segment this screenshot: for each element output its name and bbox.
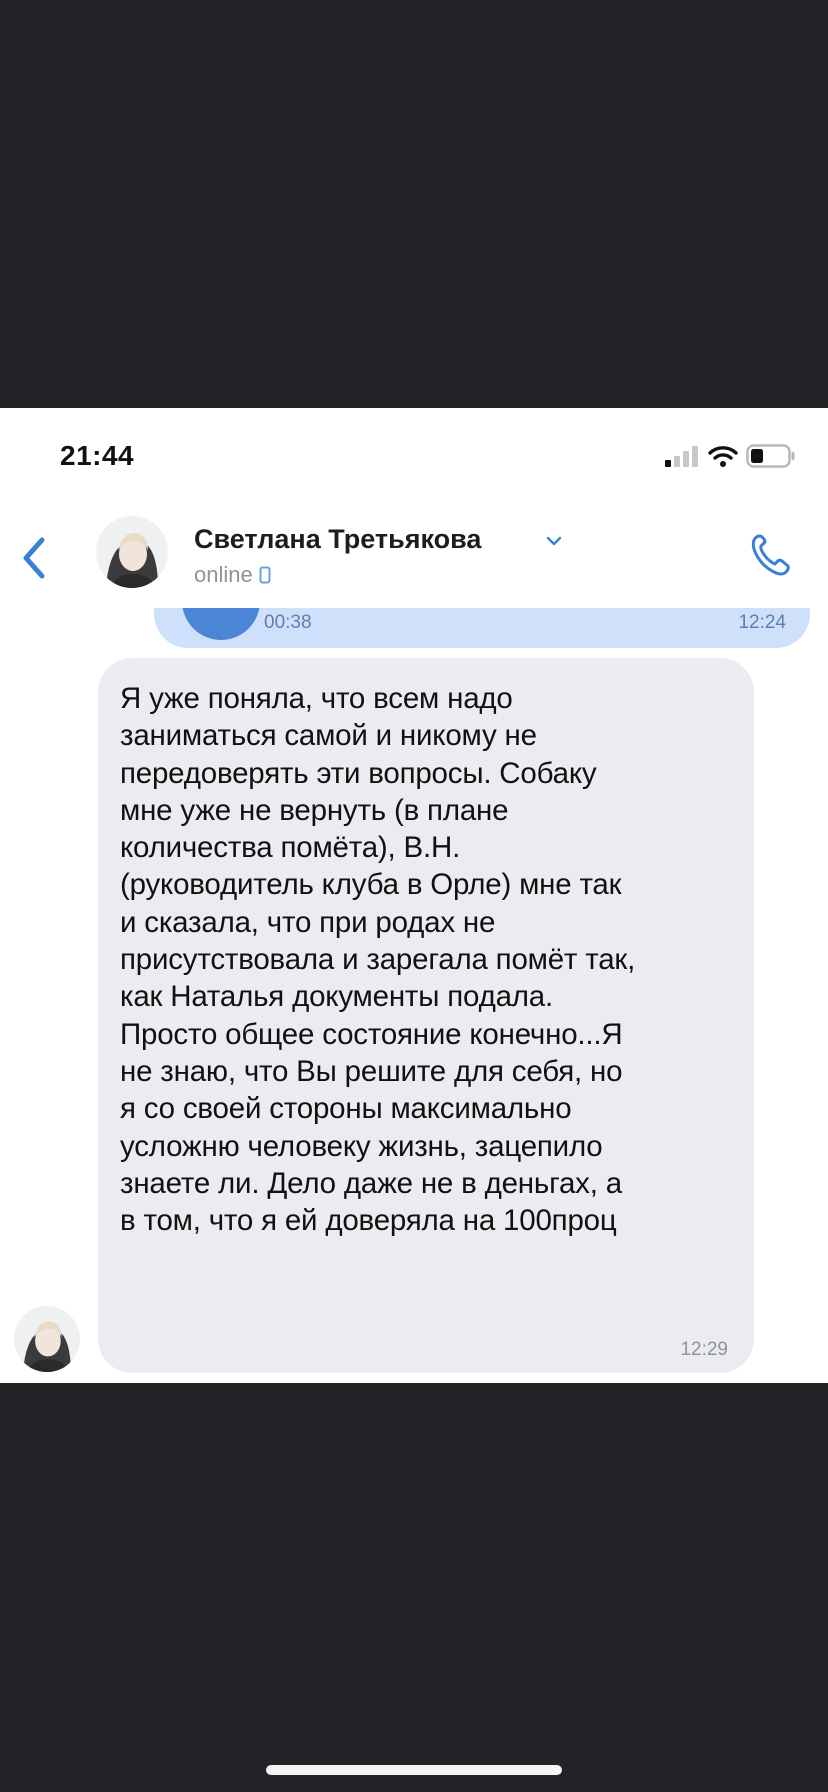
online-status: online [194,562,271,588]
avatar-photo [14,1306,80,1372]
voice-message-time: 12:24 [738,612,786,633]
message-line: присутствовала и зарегала помёт так, [120,943,636,977]
avatar-photo [96,516,168,588]
message-line: усложню человеку жизнь, зацепило [120,1129,603,1163]
message-line: передоверять эти вопросы. Собаку [120,756,597,790]
message-time: 12:29 [680,1339,728,1360]
message-line: Просто общее состояние конечно...Я [120,1017,623,1051]
message-line: заниматься самой и никому не [120,719,537,753]
status-time: 21:44 [60,440,135,471]
message-line: Я уже поняла, что всем надо [120,682,513,715]
message-line: мне уже не вернуть (в плане [120,793,509,827]
message-line: я со своей стороны максимально [120,1092,572,1126]
chat-screen: 21:44 Светлана Третьякова online 00:38 1… [0,408,828,1383]
home-indicator[interactable] [266,1765,562,1775]
phone-icon[interactable] [746,528,796,578]
message-line: (руководитель клуба в Орле) мне так [120,868,622,902]
contact-name[interactable]: Светлана Третьякова [194,524,481,555]
wifi-icon [708,446,738,467]
screenshot-frame: 21:44 Светлана Третьякова online 00:38 1… [0,0,828,1792]
voice-play-button[interactable] [182,608,260,640]
voice-duration: 00:38 [264,612,312,633]
message-line: знаете ли. Дело даже не в деньгах, а [120,1166,622,1200]
message-line: и сказала, что при родах не [120,905,496,939]
status-bar: 21:44 [0,408,828,504]
online-status-text: online [194,562,253,587]
message-line: как Наталья документы подала. [120,980,553,1014]
chat-header: Светлана Третьякова online [0,504,828,604]
message-line: в том, что я ей доверяла на 100проц [120,1204,617,1238]
message-line: не знаю, что Вы решите для себя, но [120,1054,623,1088]
battery-icon [746,444,795,468]
sender-avatar[interactable] [14,1306,80,1372]
cellular-signal-icon [665,446,698,467]
message-line: количества помёта), В.Н. [120,831,461,865]
back-chevron-icon[interactable] [18,534,50,582]
mobile-device-icon [259,566,271,584]
message-text: Я уже поняла, что всем надо заниматься с… [120,680,724,1239]
voice-message-bubble[interactable]: 00:38 12:24 [154,608,810,648]
contact-avatar[interactable] [96,516,168,588]
status-icons [664,444,796,468]
incoming-message-bubble[interactable]: Я уже поняла, что всем надо заниматься с… [98,658,754,1373]
chevron-down-icon[interactable] [545,532,563,550]
